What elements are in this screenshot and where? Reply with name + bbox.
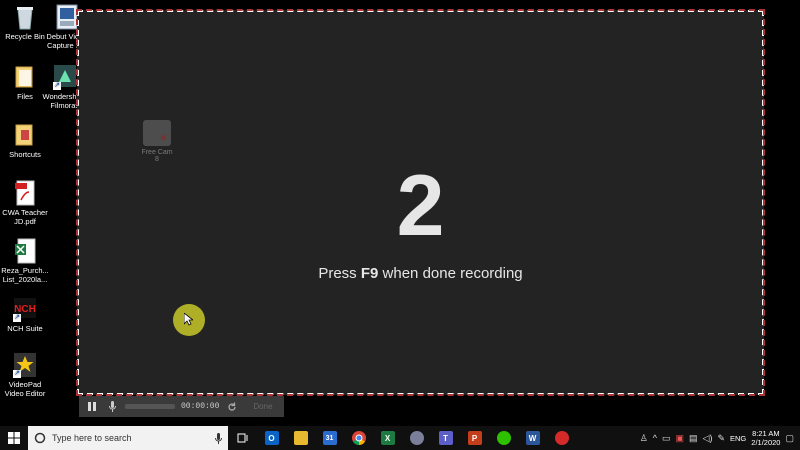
desktop-icon-label: Files xyxy=(17,92,33,101)
people-icon[interactable]: ♙ xyxy=(640,433,648,444)
excel-icon: X xyxy=(380,431,395,445)
folder-icon xyxy=(293,431,308,445)
chevron-up-icon[interactable]: ^ xyxy=(653,433,657,443)
folder-icon xyxy=(13,64,37,90)
done-button[interactable]: Done xyxy=(253,402,272,411)
desktop-icon-shortcuts[interactable]: Shortcuts xyxy=(0,122,50,160)
folder-icon xyxy=(13,122,37,148)
system-tray: ♙ ^ ▭ ▣ ▤ ◁) ✎ ENG 8:21 AM 2/1/2020 ▢ xyxy=(640,426,800,450)
taskbar-word[interactable]: W xyxy=(518,426,547,450)
countdown-number: 2 xyxy=(396,158,445,254)
desktop-icon-label: Shortcuts xyxy=(9,150,41,159)
wechat-icon xyxy=(496,431,511,445)
clock-date: 2/1/2020 xyxy=(751,438,781,447)
hint-suffix: when done recording xyxy=(378,265,523,282)
tray-app-icon[interactable]: ▭ xyxy=(662,433,671,444)
task-view-button[interactable] xyxy=(228,426,257,450)
taskbar-file-explorer[interactable] xyxy=(286,426,315,450)
filmora-icon: ↗ xyxy=(53,64,77,90)
taskbar: Type here to search O 31 X T P W ♙ ^ ▭ ▣… xyxy=(0,426,800,450)
desktop-icon-videopad[interactable]: ↗ VideoPad Video Editor xyxy=(0,352,50,398)
desktop-icon-label: Reza_Purch... List_2020la... xyxy=(1,266,49,284)
free-cam-ghost-icon: Free Cam 8 xyxy=(139,120,175,163)
taskbar-calendar[interactable]: 31 xyxy=(315,426,344,450)
recording-hint: Press F9 when done recording xyxy=(79,265,762,282)
taskbar-powerpoint[interactable]: P xyxy=(460,426,489,450)
taskbar-wechat[interactable] xyxy=(489,426,518,450)
desktop-icon-label: Recycle Bin xyxy=(5,32,45,41)
desktop-icon-cwa-pdf[interactable]: CWA Teacher JD.pdf xyxy=(0,180,50,226)
network-icon[interactable]: ▤ xyxy=(689,433,698,444)
clock-time: 8:21 AM xyxy=(752,429,780,438)
pause-icon xyxy=(88,402,96,411)
recording-area: Free Cam 8 2 Press F9 when done recordin… xyxy=(76,9,765,396)
desktop-icon-nch-suite[interactable]: NCH ↗ NCH Suite xyxy=(0,296,50,334)
audio-level-meter xyxy=(125,404,175,409)
clock[interactable]: 8:21 AM 2/1/2020 xyxy=(751,429,780,447)
desktop-icon-excel-file[interactable]: Reza_Purch... List_2020la... xyxy=(0,238,50,284)
recorder-toolbar: 00:00:00 Done xyxy=(79,396,284,417)
taskbar-chrome[interactable] xyxy=(344,426,373,450)
taskbar-search[interactable]: Type here to search xyxy=(28,426,228,450)
powerpoint-icon: P xyxy=(467,431,482,445)
debut-video-icon xyxy=(55,4,79,30)
restart-button[interactable] xyxy=(225,400,239,414)
mouse-cursor-icon xyxy=(184,313,193,326)
calendar-icon: 31 xyxy=(322,431,337,445)
notifications-icon[interactable]: ▢ xyxy=(785,433,794,444)
microphone-button[interactable] xyxy=(105,400,119,414)
taskbar-app-cloud[interactable] xyxy=(402,426,431,450)
start-button[interactable] xyxy=(0,426,28,450)
nch-icon: NCH ↗ xyxy=(13,296,37,322)
desktop-icon-label: VideoPad Video Editor xyxy=(4,380,46,398)
pdf-icon xyxy=(13,180,37,206)
excel-icon xyxy=(13,238,37,264)
desktop-icon-label: CWA Teacher JD.pdf xyxy=(2,208,48,226)
pause-button[interactable] xyxy=(85,400,99,414)
task-view-icon xyxy=(237,433,247,443)
microphone-icon[interactable] xyxy=(215,432,222,444)
taskbar-teams[interactable]: T xyxy=(431,426,460,450)
teams-icon: T xyxy=(438,431,453,445)
language-indicator[interactable]: ENG xyxy=(730,434,746,443)
cursor-highlight xyxy=(173,304,205,336)
windows-logo-icon xyxy=(8,432,20,444)
tray-record-icon[interactable]: ▣ xyxy=(676,433,685,444)
taskbar-excel[interactable]: X xyxy=(373,426,402,450)
search-icon xyxy=(34,432,46,444)
cloud-app-icon xyxy=(409,431,424,445)
chrome-icon xyxy=(351,431,366,445)
microphone-icon xyxy=(108,401,116,412)
free-cam-icon xyxy=(554,431,569,445)
pen-icon[interactable]: ✎ xyxy=(717,433,725,444)
taskbar-free-cam[interactable] xyxy=(547,426,576,450)
desktop-icon-label: NCH Suite xyxy=(7,324,43,333)
restart-icon xyxy=(228,402,237,411)
videopad-icon: ↗ xyxy=(13,352,37,378)
volume-icon[interactable]: ◁) xyxy=(703,433,713,444)
word-icon: W xyxy=(525,431,540,445)
taskbar-outlook[interactable]: O xyxy=(257,426,286,450)
hint-key: F9 xyxy=(360,265,379,282)
recycle-bin-icon xyxy=(13,4,37,30)
recording-timer: 00:00:00 xyxy=(181,402,220,411)
outlook-icon: O xyxy=(264,431,279,445)
search-placeholder: Type here to search xyxy=(52,433,132,443)
hint-prefix: Press xyxy=(318,265,361,282)
